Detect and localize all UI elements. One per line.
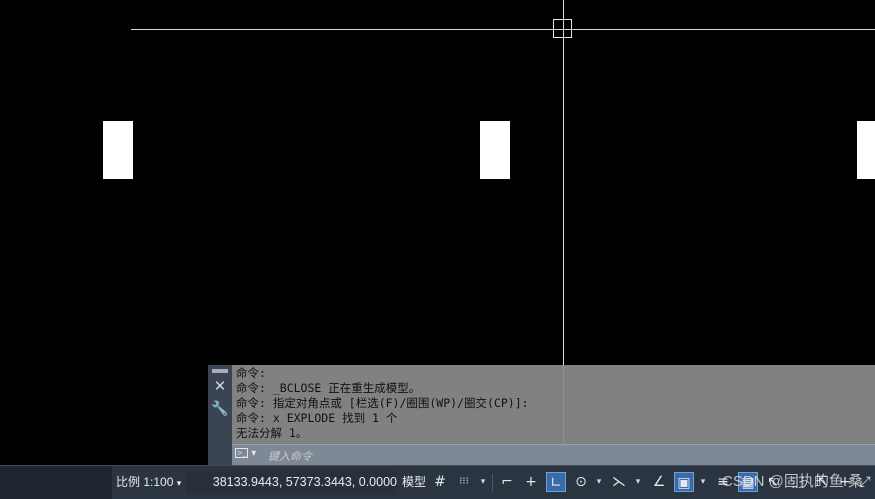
polar-tracking-icon[interactable]: ⊙ [571,472,591,492]
annotation-monitor-icon[interactable]: ⬚ [788,472,808,492]
separator [492,474,493,492]
history-line: 命令: _BCLOSE 正在重生成模型。 [236,381,421,395]
chevron-down-icon[interactable]: ▾ [594,472,604,492]
history-line: 无法分解 1。 [236,426,308,440]
history-line: 命令: x EXPLODE 找到 1 个 [236,411,398,425]
command-prompt-icon[interactable]: >_ ▾ [235,448,261,462]
grip-icon[interactable] [212,369,228,373]
infer-constraints-icon[interactable]: ⌐ [497,472,517,492]
fullscreen-icon[interactable]: ⤢ [855,472,875,492]
lineweight-icon[interactable]: ≡ [713,472,733,492]
status-bar: 比例 1:100 ▾ 38133.9443, 57373.3443, 0.000… [0,465,875,499]
drawing-block-middle[interactable] [480,121,510,179]
isodraft-icon[interactable]: ⋋ [609,472,629,492]
selection-cycling-icon[interactable]: ↖ [763,472,783,492]
transparency-icon[interactable]: ▦ [738,472,758,492]
history-line: 命令: [236,366,266,380]
chevron-down-icon: ▾ [251,448,257,459]
command-input-row[interactable]: >_ ▾ [232,444,875,466]
ortho-mode-icon[interactable]: ∟ [546,472,566,492]
scale-label: 比例 1:100 [116,475,174,489]
chevron-down-icon: ▾ [176,478,182,488]
annotation-scale-button[interactable]: 比例 1:100 ▾ [116,470,181,494]
add-icon[interactable]: + [835,472,855,492]
units-icon[interactable]: ⇱ [812,472,832,492]
command-history: 命令: 命令: _BCLOSE 正在重生成模型。 命令: 指定对角点或 [栏选(… [236,366,866,443]
wrench-icon[interactable]: 🔧 [211,400,229,418]
model-space-button[interactable]: 模型 [400,470,428,494]
coordinates-readout[interactable]: 38133.9443, 57373.3443, 0.0000 [186,470,397,494]
history-line: 命令: 指定对角点或 [栏选(F)/圈围(WP)/圈交(CP)]: [236,396,529,410]
terminal-icon: >_ [235,448,248,458]
crosshair-horizontal [131,29,875,30]
grid-icon[interactable]: # [430,472,450,492]
close-icon[interactable]: ✕ [211,377,229,395]
chevron-down-icon[interactable]: ▾ [633,472,643,492]
command-input[interactable] [266,446,870,466]
chevron-down-icon[interactable]: ▾ [698,472,708,492]
dynamic-input-icon[interactable]: + [521,472,541,492]
snap-icon[interactable]: ⁝⁝⁝ [454,472,474,492]
command-window[interactable]: ✕ 🔧 命令: 命令: _BCLOSE 正在重生成模型。 命令: 指定对角点或 … [208,365,875,466]
drawing-block-right[interactable] [857,121,875,179]
status-bar-left-area [0,466,112,499]
chevron-down-icon[interactable]: ▾ [478,472,488,492]
object-snap-tracking-icon[interactable]: ∠ [649,472,669,492]
command-window-handle[interactable]: ✕ 🔧 [208,365,232,465]
drawing-block-left[interactable] [103,121,133,179]
cursor-pickbox [553,19,572,38]
object-snap-icon[interactable]: ▣ [674,472,694,492]
